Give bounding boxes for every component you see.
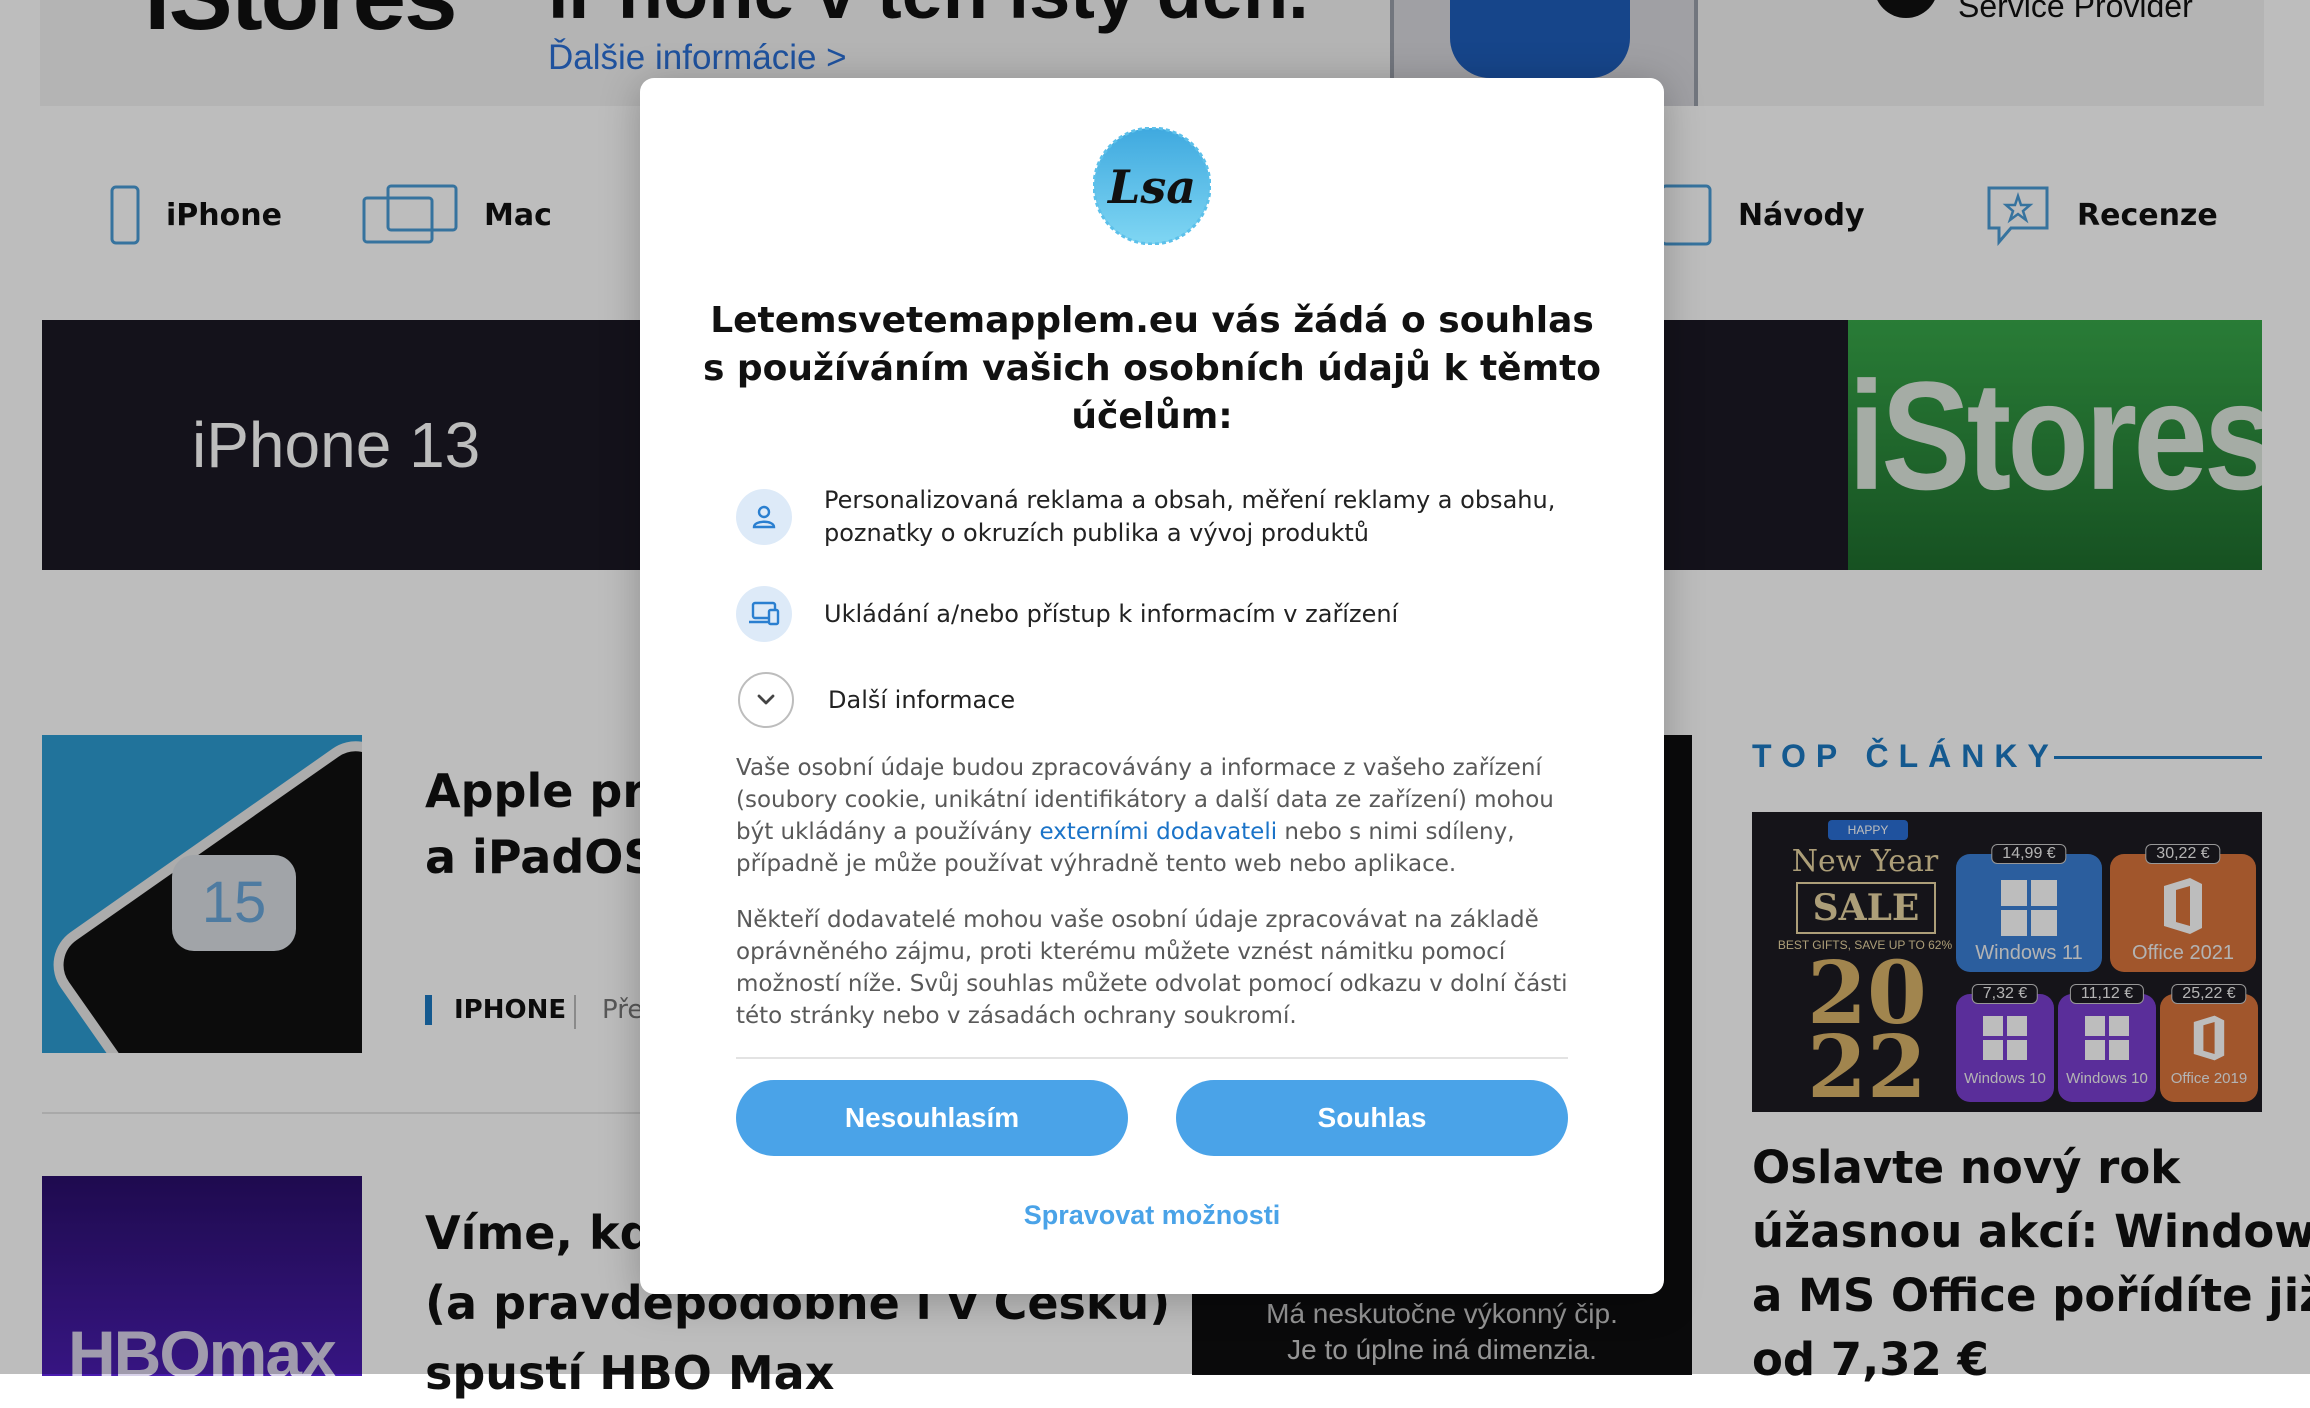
consent-dialog: Lsa Letemsvetemapplem.eu vás žádá o souh… <box>640 78 1664 1294</box>
purpose-text: Personalizovaná reklama a obsah, měření … <box>824 486 1556 547</box>
accept-button[interactable]: Souhlas <box>1176 1080 1568 1156</box>
person-icon <box>736 489 792 545</box>
purpose-text: Ukládání a/nebo přístup k informacím v z… <box>824 599 1399 628</box>
chevron-down-icon[interactable] <box>738 672 794 728</box>
devices-icon <box>736 586 792 642</box>
consent-paragraph: Někteří dodavatelé mohou vaše osobní úda… <box>736 907 1568 1029</box>
divider <box>736 1057 1568 1059</box>
more-info-toggle[interactable]: Další informace <box>736 672 1596 728</box>
purpose-item: Ukládání a/nebo přístup k informacím v z… <box>736 586 1596 642</box>
site-logo: Lsa <box>1093 127 1211 245</box>
vendors-link[interactable]: externími dodavateli <box>1039 819 1277 845</box>
dialog-title: Letemsvetemapplem.eu vás žádá o souhlas … <box>702 300 1602 437</box>
more-info-label: Další informace <box>828 685 1016 714</box>
manage-options-link[interactable]: Spravovat možnosti <box>640 1200 1664 1231</box>
purpose-item: Personalizovaná reklama a obsah, měření … <box>736 484 1596 550</box>
site-logo-text: Lsa <box>1106 160 1196 214</box>
consent-paragraph: Vaše osobní údaje budou zpracovávány a i… <box>736 755 1554 877</box>
decline-button[interactable]: Nesouhlasím <box>736 1080 1128 1156</box>
